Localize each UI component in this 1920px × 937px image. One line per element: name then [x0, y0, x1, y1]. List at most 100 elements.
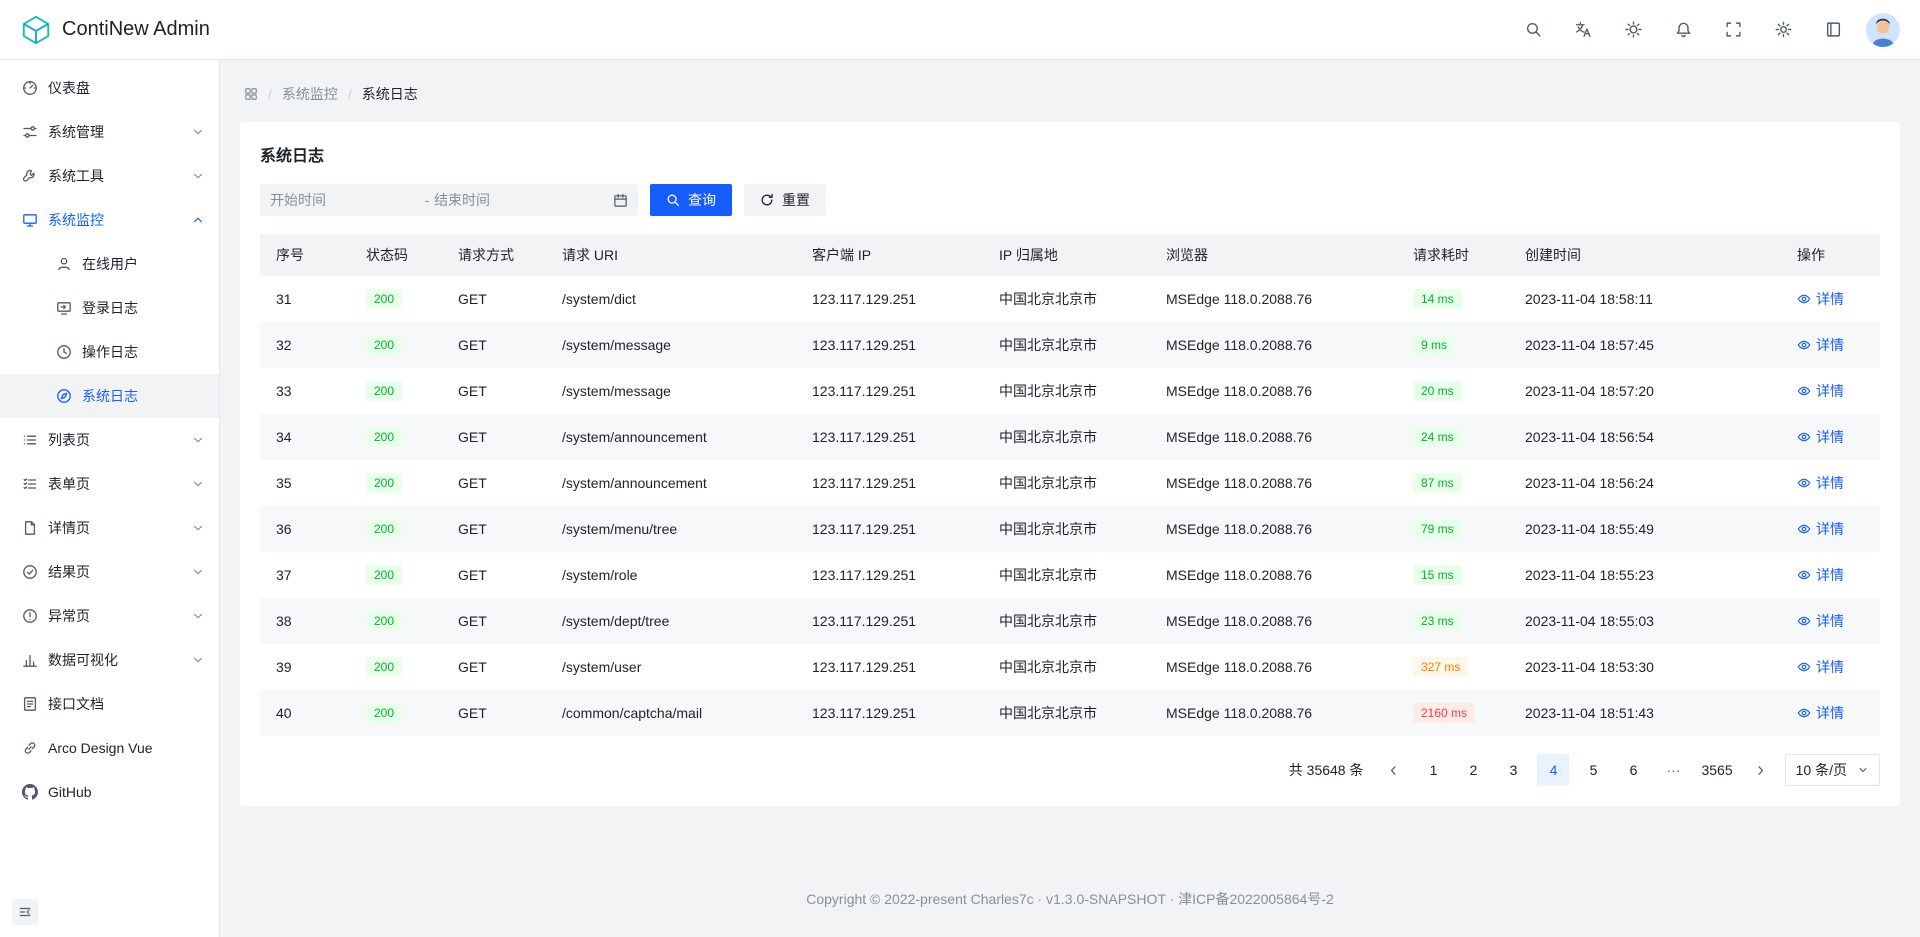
end-time-input[interactable]: [434, 192, 584, 208]
top-bar: ContiNew Admin: [0, 0, 1920, 60]
sidebar-item-list-page[interactable]: 列表页: [0, 418, 219, 462]
sidebar-item-data-viz[interactable]: 数据可视化: [0, 638, 219, 682]
sidebar-item-dashboard[interactable]: 仪表盘: [0, 66, 219, 110]
breadcrumb-section[interactable]: 系统监控: [282, 84, 338, 104]
search-button[interactable]: 查询: [650, 184, 732, 216]
eye-icon: [1797, 476, 1811, 490]
detail-link[interactable]: 详情: [1797, 565, 1844, 585]
avatar[interactable]: [1866, 13, 1900, 47]
sidebar-item-login-log[interactable]: 登录日志: [0, 286, 219, 330]
user-icon: [56, 256, 72, 272]
detail-link[interactable]: 详情: [1797, 657, 1844, 677]
sidebar-item-online-users[interactable]: 在线用户: [0, 242, 219, 286]
page-number-button[interactable]: 1: [1417, 754, 1449, 786]
detail-link[interactable]: 详情: [1797, 335, 1844, 355]
sidebar-item-system-mgmt[interactable]: 系统管理: [0, 110, 219, 154]
cell-created-time: 2023-11-04 18:58:11: [1509, 276, 1781, 322]
date-range-picker[interactable]: -: [260, 184, 638, 216]
table-header-row: 序号状态码请求方式请求 URI客户端 IPIP 归属地浏览器请求耗时创建时间操作: [260, 234, 1880, 276]
detail-link[interactable]: 详情: [1797, 519, 1844, 539]
status-badge: 200: [366, 427, 402, 447]
github-icon: [22, 784, 38, 800]
table-row: 37 200 GET /system/role 123.117.129.251 …: [260, 552, 1880, 598]
sun-icon[interactable]: [1616, 13, 1650, 47]
column-header: 客户端 IP: [796, 234, 983, 276]
gear-icon[interactable]: [1766, 13, 1800, 47]
cell-uri: /system/announcement: [546, 414, 796, 460]
status-badge: 200: [366, 703, 402, 723]
refresh-icon: [760, 193, 774, 207]
reset-button[interactable]: 重置: [744, 184, 826, 216]
column-header: 操作: [1781, 234, 1880, 276]
cell-created-time: 2023-11-04 18:53:30: [1509, 644, 1781, 690]
sidebar-item-api-doc[interactable]: 接口文档: [0, 682, 219, 726]
page-number-button[interactable]: 3: [1497, 754, 1529, 786]
detail-link[interactable]: 详情: [1797, 473, 1844, 493]
dashboard-icon: [22, 80, 38, 96]
cell-method: GET: [442, 368, 546, 414]
sidebar: 仪表盘 系统管理 系统工具 系统监控: [0, 60, 220, 937]
cell-browser: MSEdge 118.0.2088.76: [1150, 276, 1397, 322]
cell-duration: 14 ms: [1397, 276, 1509, 322]
next-page-button[interactable]: [1745, 754, 1777, 786]
cell-ip-location: 中国北京北京市: [983, 506, 1150, 552]
search-icon[interactable]: [1516, 13, 1550, 47]
page-number-button[interactable]: 4: [1537, 754, 1569, 786]
sidebar-item-result-page[interactable]: 结果页: [0, 550, 219, 594]
sidebar-item-arco-design-vue[interactable]: Arco Design Vue: [0, 726, 219, 770]
sidebar-item-form-page[interactable]: 表单页: [0, 462, 219, 506]
cell-no: 40: [260, 690, 350, 736]
page-number-button[interactable]: 2: [1457, 754, 1489, 786]
chevron-down-icon: [191, 653, 205, 667]
cell-status: 200: [350, 414, 442, 460]
prev-page-button[interactable]: [1377, 754, 1409, 786]
cell-no: 31: [260, 276, 350, 322]
page-number-button[interactable]: 3565: [1697, 754, 1736, 786]
sidebar-item-system-tools[interactable]: 系统工具: [0, 154, 219, 198]
sidebar-item-system-monitor[interactable]: 系统监控: [0, 198, 219, 242]
fullscreen-icon[interactable]: [1716, 13, 1750, 47]
sidebar-item-detail-page[interactable]: 详情页: [0, 506, 219, 550]
cell-action: 详情: [1781, 322, 1880, 368]
detail-link[interactable]: 详情: [1797, 427, 1844, 447]
detail-link[interactable]: 详情: [1797, 381, 1844, 401]
app-root: ContiNew Admin: [0, 0, 1920, 937]
detail-link[interactable]: 详情: [1797, 703, 1844, 723]
page-number-button[interactable]: 5: [1577, 754, 1609, 786]
cell-status: 200: [350, 322, 442, 368]
log-table: 序号状态码请求方式请求 URI客户端 IPIP 归属地浏览器请求耗时创建时间操作…: [260, 234, 1880, 736]
collapse-sidebar-button[interactable]: [12, 899, 38, 925]
cell-ip-location: 中国北京北京市: [983, 414, 1150, 460]
status-badge: 200: [366, 611, 402, 631]
cell-created-time: 2023-11-04 18:56:54: [1509, 414, 1781, 460]
wrench-icon: [22, 168, 38, 184]
cell-browser: MSEdge 118.0.2088.76: [1150, 414, 1397, 460]
column-header: 浏览器: [1150, 234, 1397, 276]
detail-link[interactable]: 详情: [1797, 289, 1844, 309]
detail-link[interactable]: 详情: [1797, 611, 1844, 631]
page-number-button[interactable]: 6: [1617, 754, 1649, 786]
sidebar-item-exception-page[interactable]: 异常页: [0, 594, 219, 638]
translate-icon[interactable]: [1566, 13, 1600, 47]
cell-client-ip: 123.117.129.251: [796, 414, 983, 460]
start-time-input[interactable]: [270, 192, 420, 208]
cell-method: GET: [442, 552, 546, 598]
page-number-button[interactable]: ···: [1657, 754, 1689, 786]
page-size-select[interactable]: 10 条/页: [1785, 754, 1880, 786]
sidebar-item-system-log[interactable]: 系统日志: [0, 374, 219, 418]
chevron-down-icon: [191, 609, 205, 623]
cell-duration: 20 ms: [1397, 368, 1509, 414]
footer: Copyright © 2022-present Charles7c · v1.…: [220, 869, 1920, 937]
book-icon[interactable]: [1816, 13, 1850, 47]
cell-duration: 2160 ms: [1397, 690, 1509, 736]
sidebar-item-operation-log[interactable]: 操作日志: [0, 330, 219, 374]
sidebar-menu: 仪表盘 系统管理 系统工具 系统监控: [0, 66, 219, 814]
duration-badge: 15 ms: [1413, 565, 1462, 585]
cell-created-time: 2023-11-04 18:57:45: [1509, 322, 1781, 368]
sidebar-item-github[interactable]: GitHub: [0, 770, 219, 814]
calendar-icon: [613, 193, 628, 208]
cell-uri: /system/role: [546, 552, 796, 598]
cell-no: 34: [260, 414, 350, 460]
bell-icon[interactable]: [1666, 13, 1700, 47]
logo-area[interactable]: ContiNew Admin: [20, 14, 210, 46]
